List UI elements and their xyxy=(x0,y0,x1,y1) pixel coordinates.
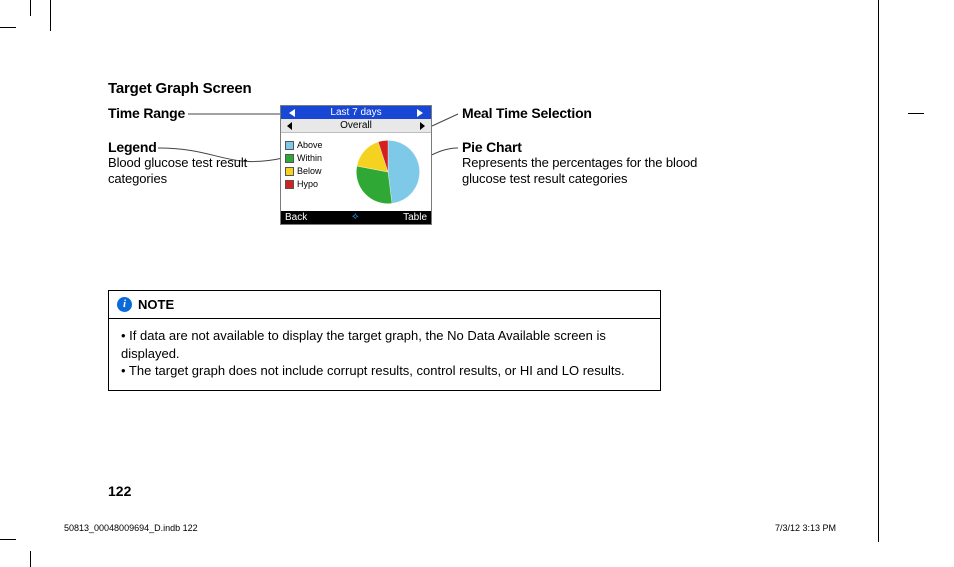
label-pie-body: Represents the percentages for the blood… xyxy=(462,155,722,186)
left-column: Time Range Legend Blood glucose test res… xyxy=(108,105,278,194)
info-icon: i xyxy=(117,297,132,312)
section-title: Target Graph Screen xyxy=(108,80,251,97)
device-screenshot: Last 7 days Overall Above Within Below H… xyxy=(280,105,432,225)
pie-chart xyxy=(355,139,421,205)
page-content: Target Graph Screen Time Range Legend Bl… xyxy=(108,0,858,567)
label-meal-head: Meal Time Selection xyxy=(462,105,722,121)
page-number: 122 xyxy=(108,483,131,499)
note-box: i NOTE • If data are not available to di… xyxy=(108,290,661,391)
swatch-hypo xyxy=(285,180,294,189)
crop-mark xyxy=(50,0,51,31)
crop-mark xyxy=(30,551,31,567)
swatch-within xyxy=(285,154,294,163)
label-legend-head: Legend xyxy=(108,139,278,155)
softkey-back: Back xyxy=(285,211,307,224)
softkey-table: Table xyxy=(403,211,427,224)
footer-right: 7/3/12 3:13 PM xyxy=(775,523,836,533)
device-meal-selection-bar: Overall xyxy=(281,119,431,133)
legend-below: Below xyxy=(297,165,322,178)
pie-slice-above xyxy=(388,140,420,203)
device-legend: Above Within Below Hypo xyxy=(285,139,323,191)
crop-mark xyxy=(0,27,16,28)
swatch-below xyxy=(285,167,294,176)
note-bullet-1: • If data are not available to display t… xyxy=(121,327,650,362)
legend-within: Within xyxy=(297,152,322,165)
device-body: Above Within Below Hypo xyxy=(281,133,431,211)
bluetooth-icon: ⟡ xyxy=(352,213,360,221)
crop-mark xyxy=(908,113,924,114)
right-column: Meal Time Selection Pie Chart Represents… xyxy=(462,105,722,194)
label-legend-body: Blood glucose test result categories xyxy=(108,155,278,186)
crop-mark xyxy=(30,0,31,16)
note-title: NOTE xyxy=(138,297,174,312)
legend-hypo: Hypo xyxy=(297,178,318,191)
note-bullet-2: • The target graph does not include corr… xyxy=(121,362,650,380)
crop-mark xyxy=(878,0,879,542)
footer-left: 50813_00048009694_D.indb 122 xyxy=(64,523,198,533)
device-time-range-bar: Last 7 days xyxy=(281,106,431,119)
note-body: • If data are not available to display t… xyxy=(109,319,660,390)
device-softkeys: Back ⟡ Table xyxy=(281,211,431,224)
swatch-above xyxy=(285,141,294,150)
label-time-range: Time Range xyxy=(108,105,278,121)
label-pie-head: Pie Chart xyxy=(462,139,722,155)
legend-above: Above xyxy=(297,139,323,152)
note-header: i NOTE xyxy=(109,291,660,319)
crop-mark xyxy=(0,539,16,540)
